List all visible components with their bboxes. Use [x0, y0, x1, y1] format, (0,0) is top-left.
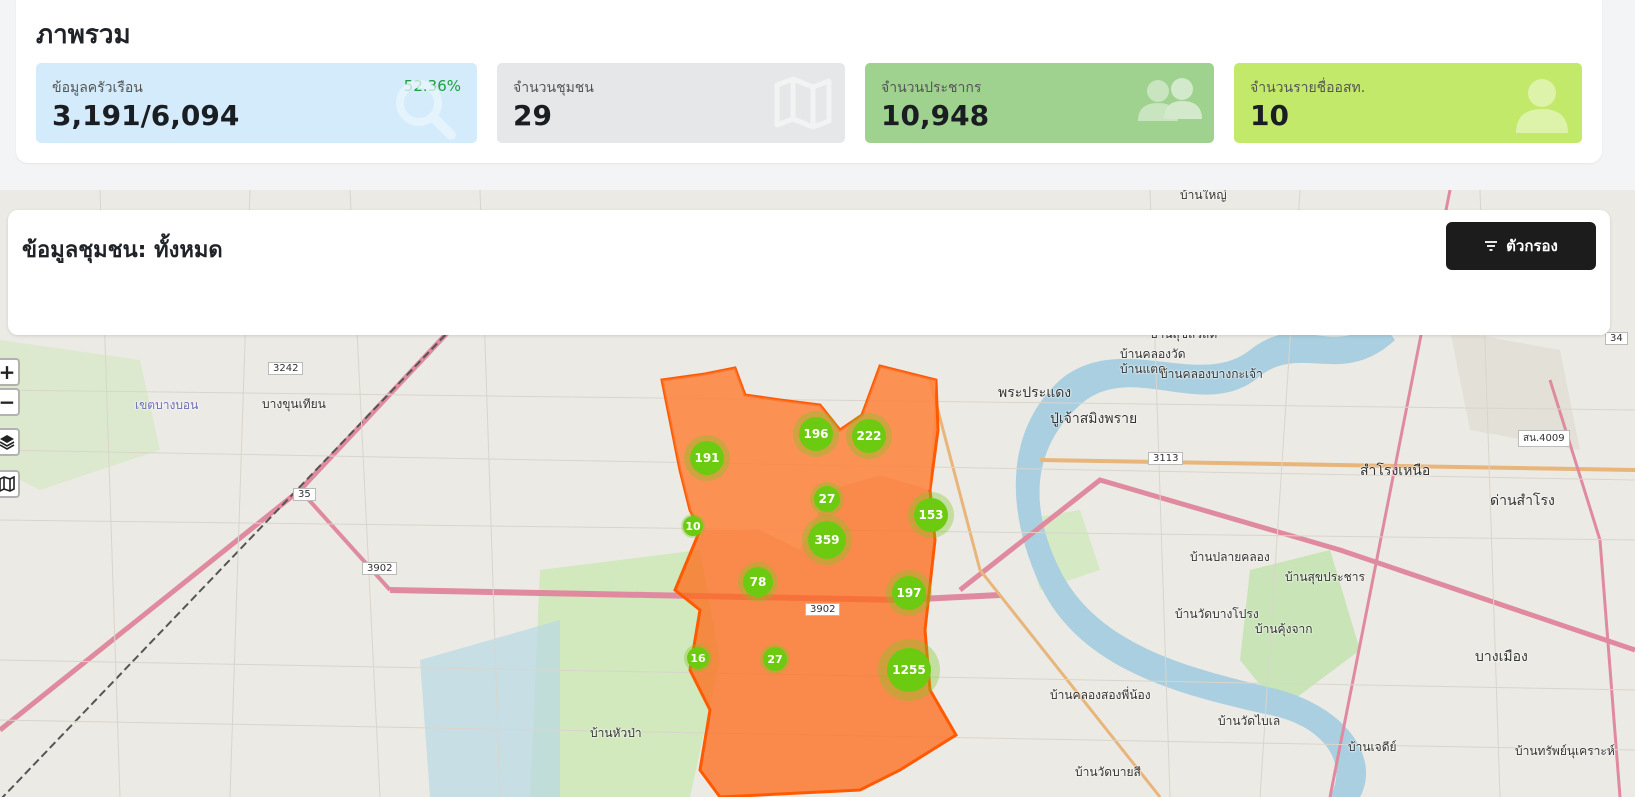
map-cluster-marker[interactable]: 196	[793, 411, 839, 457]
community-panel: ข้อมูลชุมชน: ทั้งหมด ตัวกรอง	[8, 210, 1610, 335]
map-cluster-marker[interactable]: 222	[846, 413, 892, 459]
stat-label: ข้อมูลครัวเรือน	[52, 80, 143, 96]
filter-button-label: ตัวกรอง	[1506, 237, 1558, 255]
map-cluster-marker[interactable]: 197	[886, 570, 932, 616]
map-place-label: บางเมือง	[1475, 649, 1528, 665]
map-cluster-marker[interactable]: 10	[681, 514, 705, 538]
stat-value: 29	[513, 99, 552, 132]
community-title: ข้อมูลชุมชน: ทั้งหมด	[22, 238, 223, 263]
overview-title: ภาพรวม	[36, 20, 131, 50]
search-icon	[396, 80, 456, 140]
road-number-tag: 35	[293, 488, 316, 501]
stat-card-communities[interactable]: จำนวนชุมชน 29	[497, 63, 845, 143]
road-number-tag: 3902	[362, 562, 398, 575]
map-place-label: บ้านปลายคลอง	[1190, 550, 1270, 564]
map-cluster-marker[interactable]: 27	[810, 482, 844, 516]
map-place-label: บ้านวัดไบเล	[1218, 714, 1281, 728]
map-cluster-marker[interactable]: 1255	[878, 639, 940, 701]
road-number-tag: 34	[1605, 332, 1628, 345]
map-place-label: บ้านเจดีย์	[1348, 740, 1397, 754]
stat-value: 10	[1250, 99, 1289, 132]
map-place-label: บ้านหัวป่า	[590, 726, 642, 740]
map-place-label: บ้านวัดบายสี	[1075, 765, 1141, 779]
map-place-label: บ้านทรัพย์นุเคราะห์	[1515, 744, 1615, 758]
users-icon	[1138, 78, 1202, 121]
map-cluster-marker[interactable]: 27	[760, 644, 790, 674]
map-icon	[0, 476, 15, 492]
map-place-label: ด่านสำโรง	[1490, 493, 1555, 509]
zoom-in-button[interactable]: +	[0, 358, 20, 386]
stat-value: 10,948	[881, 99, 990, 132]
road-number-tag: 3242	[268, 362, 304, 375]
layers-button[interactable]	[0, 428, 20, 456]
road-number-tag: 3902	[805, 603, 841, 616]
map-place-label: พระประแดง	[998, 385, 1072, 401]
map-cluster-marker[interactable]: 359	[802, 515, 852, 565]
filter-icon	[1485, 241, 1498, 251]
map-place-label: บ้านวัดบางโปรง	[1175, 607, 1259, 621]
map-place-label: บ้านคลองบางกะเจ้า	[1160, 367, 1263, 381]
map-place-label: บางขุนเทียน	[262, 397, 326, 411]
map-cluster-marker[interactable]: 191	[684, 435, 730, 481]
map-place-label: บ้านแตด	[1120, 362, 1166, 376]
map-place-label: บ้านคุ้งจาก	[1255, 622, 1313, 636]
map-place-label: สำโรงเหนือ	[1360, 463, 1431, 479]
stat-label: จำนวนประชากร	[881, 80, 982, 96]
map-icon	[774, 76, 832, 130]
stat-card-volunteers[interactable]: จำนวนรายชื่ออสท. 10	[1234, 63, 1582, 143]
map-place-label: บ้านใหญ่	[1180, 190, 1227, 202]
map-place-label: ปู่เจ้าสมิงพราย	[1050, 411, 1138, 427]
stat-value: 3,191/6,094	[52, 99, 240, 132]
layers-icon	[0, 435, 15, 450]
stat-label: จำนวนชุมชน	[513, 80, 594, 96]
zoom-out-button[interactable]: −	[0, 388, 20, 416]
stat-card-population[interactable]: จำนวนประชากร 10,948	[865, 63, 1214, 143]
map-place-label: เขตบางบอน	[135, 398, 199, 412]
stat-label: จำนวนรายชื่ออสท.	[1250, 80, 1366, 96]
map-cluster-marker[interactable]: 153	[908, 492, 954, 538]
map-place-label: บ้านคลองสองพี่น้อง	[1050, 688, 1151, 702]
basemap-button[interactable]	[0, 470, 20, 498]
map-cluster-marker[interactable]: 16	[684, 644, 712, 672]
map-place-label: บ้านสุขประชาร	[1285, 570, 1365, 584]
stat-card-households[interactable]: ข้อมูลครัวเรือน 52.36% 3,191/6,094	[36, 63, 477, 143]
road-number-tag: สน.4009	[1518, 430, 1570, 447]
user-icon	[1516, 79, 1568, 133]
map-cluster-marker[interactable]: 78	[738, 562, 778, 602]
road-number-tag: 3113	[1148, 452, 1184, 465]
filter-button[interactable]: ตัวกรอง	[1446, 222, 1596, 270]
